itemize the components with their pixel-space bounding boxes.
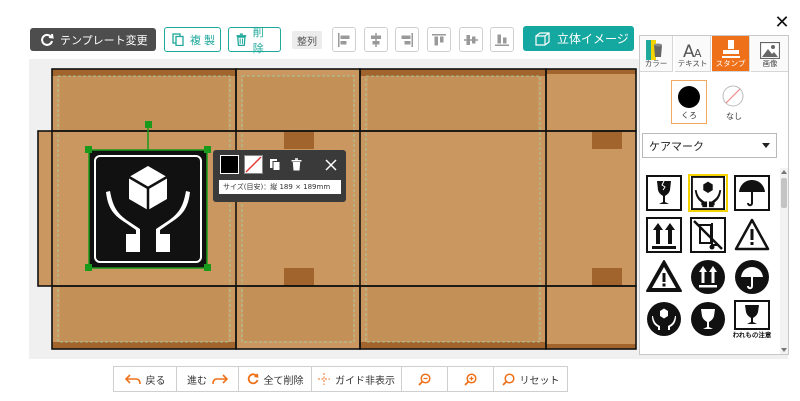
stamp-no-hand-truck[interactable] xyxy=(688,216,728,254)
clear-all-label: 全て削除 xyxy=(263,375,304,387)
reset-zoom-label: リセット xyxy=(519,375,560,387)
warning-circle-icon xyxy=(646,260,682,292)
stamp-icon xyxy=(721,40,740,58)
tab-stamp[interactable]: スタンプ xyxy=(712,36,750,72)
tab-text[interactable]: A A テキスト xyxy=(675,36,711,72)
size-readout: サイズ(目安)：縦 189 × 189mm xyxy=(219,180,341,194)
stamp-handle-with-care[interactable] xyxy=(688,174,728,212)
color-option-none-label: なし xyxy=(726,112,742,121)
copy-icon xyxy=(270,159,281,171)
redo-button[interactable]: 進む xyxy=(177,367,239,391)
image-icon xyxy=(760,41,780,59)
scrollbar-thumb[interactable] xyxy=(781,178,787,208)
search-icon xyxy=(501,372,515,386)
black-color-swatch[interactable] xyxy=(220,155,239,174)
editor-root: { "toolbar": { "template_change": "テンプレー… xyxy=(0,0,800,401)
stamp-fragile-glass[interactable] xyxy=(644,174,684,212)
stamp-this-side-up[interactable] xyxy=(644,216,684,254)
handle-with-care-icon xyxy=(691,176,725,210)
refresh-icon xyxy=(247,373,258,385)
warning-icon xyxy=(734,218,770,251)
this-side-up-icon xyxy=(646,217,682,253)
close-icon xyxy=(325,158,337,171)
trash-icon xyxy=(291,158,301,171)
umbrella-circle-icon xyxy=(735,260,769,294)
stamp-umbrella-keep-dry[interactable] xyxy=(732,174,772,212)
close-panel-button[interactable]: ✕ xyxy=(774,14,790,32)
tab-color-label: カラー xyxy=(644,59,668,68)
close-context-toolbar-button[interactable] xyxy=(323,156,339,173)
stamp-fragile-circle[interactable] xyxy=(688,300,728,338)
delete-stamp-button[interactable] xyxy=(288,156,304,173)
fragile-glass-icon xyxy=(646,175,682,211)
this-side-up-circle-icon xyxy=(691,260,725,294)
handle-with-care-circle-icon xyxy=(647,302,681,336)
undo-button[interactable]: 戻る xyxy=(114,367,177,391)
undo-label: 戻る xyxy=(145,375,166,387)
color-option-black-label: くろ xyxy=(681,111,697,120)
umbrella-keep-dry-icon xyxy=(734,175,770,211)
color-option-none[interactable]: なし xyxy=(716,80,752,124)
stamp-this-side-up-circle[interactable] xyxy=(688,258,728,296)
stamp-umbrella-circle[interactable] xyxy=(732,258,772,296)
bucket-icon xyxy=(646,40,662,60)
zoom-out-button[interactable] xyxy=(402,367,448,391)
clear-all-button[interactable]: 全て削除 xyxy=(239,367,312,391)
bottom-toolbar: 戻る 進む 全て削除 ガイド非表示 リセット xyxy=(113,366,568,392)
text-icon: A A xyxy=(683,42,702,59)
tab-image[interactable]: 画像 xyxy=(751,36,788,72)
fragile-circle-icon xyxy=(691,302,725,336)
stamp-warning-circle[interactable] xyxy=(644,258,684,296)
zoom-in-button[interactable] xyxy=(448,367,494,391)
color-option-black[interactable]: くろ xyxy=(671,80,707,124)
tab-color[interactable]: カラー xyxy=(640,36,673,72)
reset-zoom-button[interactable]: リセット xyxy=(494,367,567,391)
zoom-in-icon xyxy=(464,372,477,386)
stamp-warning[interactable] xyxy=(732,216,772,254)
stamp-category-select[interactable]: ケアマーク xyxy=(642,133,777,158)
stamp-context-toolbar: サイズ(目安)：縦 189 × 189mm xyxy=(213,150,346,202)
guide-icon xyxy=(318,373,330,385)
stamp-scrollbar[interactable] xyxy=(780,168,788,354)
scroll-down-arrow-icon[interactable] xyxy=(781,348,787,352)
stamp-handle-with-care-circle[interactable] xyxy=(644,300,684,338)
stamp-panel: カラー A A テキスト スタンプ 画像 くろ なし ケアマーク われもの注意 xyxy=(639,35,789,355)
stamp-caption: われもの注意 xyxy=(733,330,771,338)
tab-image-label: 画像 xyxy=(762,59,778,68)
chevron-down-icon xyxy=(762,143,770,148)
undo-arrow-icon xyxy=(124,373,141,384)
fragile-labeled-icon: われもの注意 xyxy=(733,300,771,338)
redo-label: 進む xyxy=(187,375,207,387)
no-color-circle-icon xyxy=(722,85,744,107)
zoom-out-icon xyxy=(418,372,431,386)
stamp-grid: われもの注意 xyxy=(640,168,778,354)
no-hand-truck-icon xyxy=(690,217,726,253)
scroll-up-arrow-icon[interactable] xyxy=(781,170,787,174)
tab-text-label: テキスト xyxy=(677,59,708,68)
black-circle-icon xyxy=(678,86,700,108)
stamp-category-value: ケアマーク xyxy=(649,139,704,153)
toggle-guide-label: ガイド非表示 xyxy=(335,375,395,387)
stamp-fragile-labeled[interactable]: われもの注意 xyxy=(732,300,772,338)
no-color-swatch[interactable] xyxy=(244,155,263,174)
tab-stamp-label: スタンプ xyxy=(715,59,746,68)
redo-arrow-icon xyxy=(212,373,228,384)
duplicate-stamp-button[interactable] xyxy=(267,156,283,173)
toggle-guide-button[interactable]: ガイド非表示 xyxy=(312,367,402,391)
